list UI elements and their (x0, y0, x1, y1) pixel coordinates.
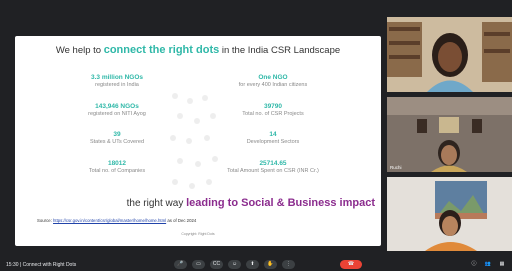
stat-csr-projects: 39790 Total no. of CSR Projects (213, 103, 333, 118)
raise-hand-button[interactable]: ✋ (264, 260, 277, 269)
camera-button[interactable]: ▭ (192, 260, 205, 269)
stat-amount-spent: 25714.65 Total Amount Spent on CSR (INR … (213, 160, 333, 175)
stat-label: for every 400 Indian citizens (238, 82, 308, 88)
activities-icon: ▦ (499, 261, 505, 267)
presented-slide: We help to connect the right dots in the… (15, 36, 381, 246)
stat-value: 18012 (107, 160, 127, 167)
stat-label: Total no. of CSR Projects (242, 111, 304, 117)
stat-label: registered on NITI Ayog (88, 111, 146, 117)
participant-video (387, 97, 512, 172)
participant-tile[interactable]: Ruchi (387, 97, 512, 172)
top-bar (0, 0, 512, 8)
raise-hand-icon: ✋ (267, 261, 274, 267)
meeting-window: We help to connect the right dots in the… (0, 0, 512, 271)
participant-video (387, 17, 512, 92)
stat-ngos-registered: 3.3 million NGOs registered in India (57, 74, 177, 89)
people-icon: 👥 (484, 261, 492, 267)
title-highlight: connect the right dots (103, 44, 220, 56)
meeting-controls-bar: 15:30 | Connect with Right Dots 🎤 ▭ CC ☺… (0, 258, 512, 271)
stat-value: 3.3 million NGOs (90, 74, 143, 81)
end-call-button[interactable]: ☎ (340, 260, 362, 269)
source-suffix: as of Dec 2024 (166, 218, 197, 223)
participant-video (387, 177, 512, 251)
stat-label: Total no. of Companies (88, 168, 146, 174)
camera-icon: ▭ (196, 261, 201, 267)
stat-states: 39 States & UTs Covered (57, 131, 177, 146)
emoji-icon: ☺ (231, 261, 238, 267)
stat-value: 14 (269, 131, 277, 138)
title-suffix: in the India CSR Landscape (219, 45, 341, 56)
stat-label: registered in India (95, 82, 139, 88)
stat-label: Total Amount Spent on CSR (INR Cr.) (227, 168, 319, 174)
source-link[interactable]: https://csr.gov.in/content/csr/global/ma… (53, 218, 166, 223)
activities-button[interactable]: ▦ (498, 261, 506, 268)
people-button[interactable]: 👥 (484, 261, 492, 268)
title-prefix: We help to (55, 45, 104, 56)
tagline-prefix: the right way (126, 198, 187, 209)
slide-copyright: Copyright: Right Dots (181, 232, 215, 236)
stat-value: 143,946 NGOs (95, 103, 139, 110)
stat-value: 39790 (263, 103, 283, 110)
present-icon: ⬆ (250, 261, 255, 267)
stat-value: 25714.65 (259, 160, 287, 167)
captions-icon: CC (212, 261, 221, 267)
slide-title: We help to connect the right dots in the… (15, 44, 381, 56)
present-button[interactable]: ⬆ (246, 260, 259, 269)
info-button[interactable]: ⓘ (470, 261, 478, 268)
participant-tile[interactable] (387, 17, 512, 92)
stat-value: 39 (113, 131, 121, 138)
more-options-button[interactable]: ⋮ (282, 260, 295, 269)
mic-icon: 🎤 (177, 261, 184, 267)
source-label: Source: (37, 218, 54, 223)
stat-ngo-per-citizens: One NGO for every 400 Indian citizens (213, 74, 333, 89)
participant-name: Ruchi (390, 165, 402, 170)
end-call-icon: ☎ (347, 261, 355, 267)
stat-value: One NGO (258, 74, 288, 81)
emoji-button[interactable]: ☺ (228, 260, 241, 269)
stat-ngos-niti: 143,946 NGOs registered on NITI Ayog (57, 103, 177, 118)
meeting-time-title: 15:30 | Connect with Right Dots (6, 262, 77, 268)
slide-source: Source: https://csr.gov.in/content/csr/g… (37, 218, 196, 223)
more-icon: ⋮ (286, 261, 291, 267)
info-icon: ⓘ (471, 261, 477, 267)
stat-label: Development Sectors (246, 139, 300, 145)
stat-companies: 18012 Total no. of Companies (57, 160, 177, 175)
tagline-highlight: leading to Social & Business impact (186, 197, 375, 209)
captions-button[interactable]: CC (210, 260, 223, 269)
stat-label: States & UTs Covered (89, 139, 145, 145)
stat-sectors: 14 Development Sectors (213, 131, 333, 146)
participant-tile[interactable] (387, 177, 512, 251)
mic-button[interactable]: 🎤 (174, 260, 187, 269)
slide-tagline: the right way leading to Social & Busine… (75, 197, 375, 209)
